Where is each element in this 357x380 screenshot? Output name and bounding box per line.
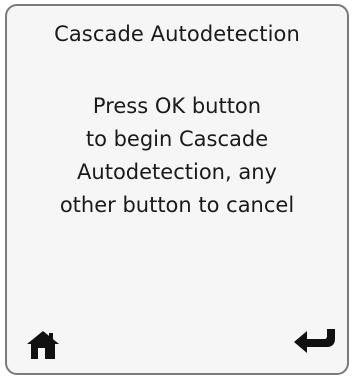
home-button[interactable] [21,325,65,365]
return-arrow-icon [294,329,335,353]
back-button[interactable] [293,325,337,365]
message-line: Autodetection, any [77,160,277,184]
display-screen: Cascade Autodetection Press OK button to… [5,4,349,375]
home-icon [27,331,59,359]
instruction-message: Press OK button to begin Cascade Autodet… [7,90,347,222]
message-line: Press OK button [92,94,262,118]
screen-title: Cascade Autodetection [54,22,300,46]
message-line: to begin Cascade [85,127,269,151]
message-line: other button to cancel [59,193,295,217]
